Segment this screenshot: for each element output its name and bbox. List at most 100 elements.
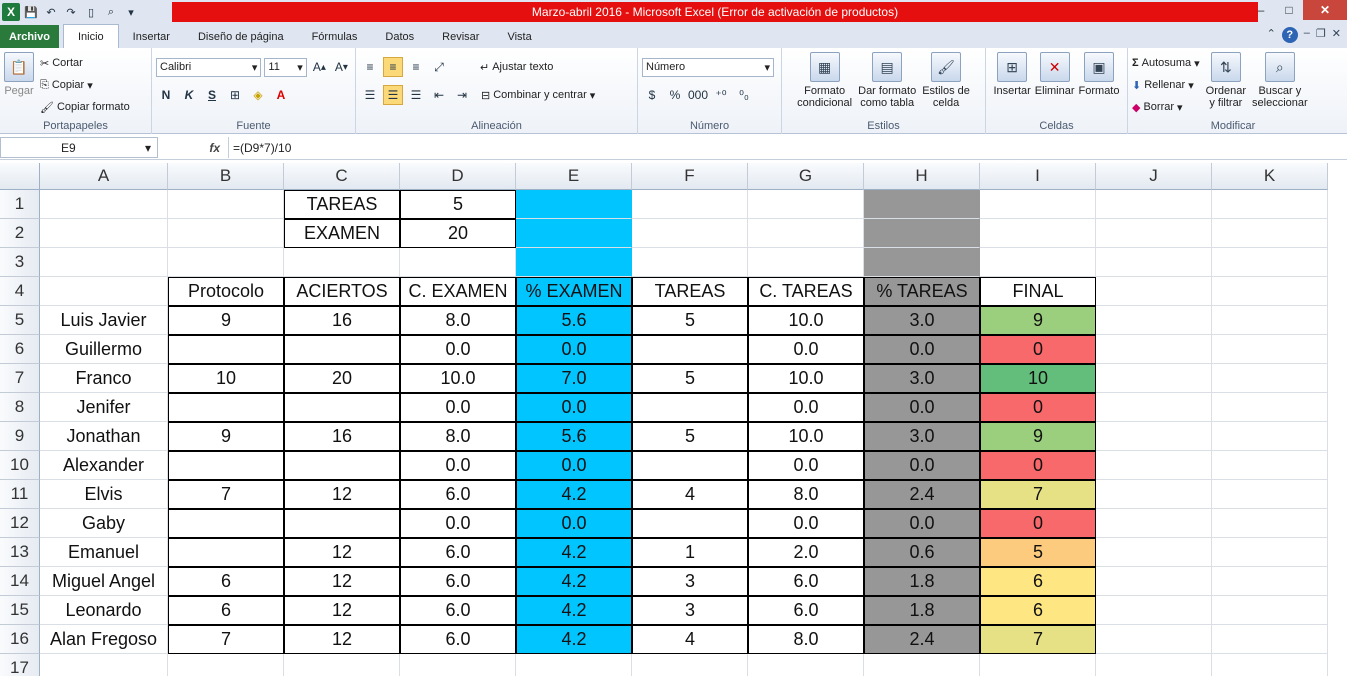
student-c-tareas[interactable]: 10.0	[748, 306, 864, 335]
cell-k8[interactable]	[1212, 393, 1328, 422]
student-p-examen[interactable]: 4.2	[516, 538, 632, 567]
student-p-examen[interactable]: 0.0	[516, 509, 632, 538]
font-size-select[interactable]: 11 ▾	[264, 57, 307, 77]
student-c-examen[interactable]: 6.0	[400, 625, 516, 654]
row-header-15[interactable]: 15	[0, 596, 40, 625]
decrease-indent-icon[interactable]: ⇤	[429, 85, 449, 105]
student-p-tareas[interactable]: 3.0	[864, 306, 980, 335]
student-protocolo[interactable]: 9	[168, 306, 284, 335]
cell-e17[interactable]	[516, 654, 632, 676]
tab-diseno-pagina[interactable]: Diseño de página	[184, 26, 298, 48]
tab-vista[interactable]: Vista	[493, 26, 545, 48]
student-aciertos[interactable]	[284, 509, 400, 538]
student-aciertos[interactable]	[284, 393, 400, 422]
font-name-select[interactable]: Calibri ▾	[156, 57, 262, 77]
student-name[interactable]: Franco	[40, 364, 168, 393]
minimize-button[interactable]: –	[1247, 0, 1275, 20]
header-protocolo[interactable]: Protocolo	[168, 277, 284, 306]
cell-e1[interactable]	[516, 190, 632, 219]
tab-datos[interactable]: Datos	[371, 26, 428, 48]
student-final[interactable]: 9	[980, 422, 1096, 451]
tab-revisar[interactable]: Revisar	[428, 26, 493, 48]
student-p-tareas[interactable]: 2.4	[864, 625, 980, 654]
student-p-examen[interactable]: 4.2	[516, 480, 632, 509]
cell-c17[interactable]	[284, 654, 400, 676]
student-c-tareas[interactable]: 8.0	[748, 480, 864, 509]
cell-j7[interactable]	[1096, 364, 1212, 393]
student-protocolo[interactable]	[168, 538, 284, 567]
cell-g17[interactable]	[748, 654, 864, 676]
student-tareas[interactable]: 3	[632, 567, 748, 596]
summary-examen-label[interactable]: EXAMEN	[284, 219, 400, 248]
row-header-14[interactable]: 14	[0, 567, 40, 596]
restore-workbook-icon[interactable]: ❐	[1316, 27, 1326, 43]
student-p-examen[interactable]: 5.6	[516, 306, 632, 335]
student-tareas[interactable]: 4	[632, 480, 748, 509]
cell-k1[interactable]	[1212, 190, 1328, 219]
column-header-j[interactable]: J	[1096, 163, 1212, 190]
column-header-h[interactable]: H	[864, 163, 980, 190]
student-name[interactable]: Luis Javier	[40, 306, 168, 335]
cell-a4[interactable]	[40, 277, 168, 306]
cell-h1[interactable]	[864, 190, 980, 219]
student-p-examen[interactable]: 7.0	[516, 364, 632, 393]
percent-button[interactable]: %	[665, 85, 685, 105]
student-protocolo[interactable]: 9	[168, 422, 284, 451]
header-final[interactable]: FINAL	[980, 277, 1096, 306]
underline-button[interactable]: S	[202, 85, 222, 105]
student-final[interactable]: 9	[980, 306, 1096, 335]
student-p-examen[interactable]: 0.0	[516, 393, 632, 422]
copy-button[interactable]: ⎘ Copiar ▾	[40, 74, 130, 96]
tab-archivo[interactable]: Archivo	[0, 25, 59, 48]
decrease-decimal-icon[interactable]: ⁰₀	[734, 85, 754, 105]
student-aciertos[interactable]	[284, 451, 400, 480]
print-preview-icon[interactable]: ⌕	[102, 3, 120, 21]
align-center-icon[interactable]: ☰	[383, 85, 403, 105]
student-final[interactable]: 6	[980, 567, 1096, 596]
minimize-workbook-icon[interactable]: –	[1304, 27, 1310, 43]
row-header-7[interactable]: 7	[0, 364, 40, 393]
wrap-text-button[interactable]: ↵ Ajustar texto	[480, 61, 553, 74]
cell-j12[interactable]	[1096, 509, 1212, 538]
student-c-examen[interactable]: 6.0	[400, 596, 516, 625]
bold-button[interactable]: N	[156, 85, 176, 105]
row-header-5[interactable]: 5	[0, 306, 40, 335]
cell-f2[interactable]	[632, 219, 748, 248]
row-header-10[interactable]: 10	[0, 451, 40, 480]
row-header-16[interactable]: 16	[0, 625, 40, 654]
column-header-k[interactable]: K	[1212, 163, 1328, 190]
header-tareas[interactable]: TAREAS	[632, 277, 748, 306]
cell-a2[interactable]	[40, 219, 168, 248]
excel-logo-icon[interactable]: X	[2, 3, 20, 21]
cell-k5[interactable]	[1212, 306, 1328, 335]
restore-button[interactable]: □	[1275, 0, 1303, 20]
format-painter-button[interactable]: 🖌 Copiar formato	[40, 96, 130, 118]
row-header-12[interactable]: 12	[0, 509, 40, 538]
student-final[interactable]: 10	[980, 364, 1096, 393]
student-c-tareas[interactable]: 0.0	[748, 335, 864, 364]
student-c-tareas[interactable]: 10.0	[748, 422, 864, 451]
align-bottom-icon[interactable]: ≡	[406, 57, 426, 77]
student-c-examen[interactable]: 8.0	[400, 422, 516, 451]
row-header-17[interactable]: 17	[0, 654, 40, 676]
student-c-tareas[interactable]: 8.0	[748, 625, 864, 654]
student-p-examen[interactable]: 4.2	[516, 596, 632, 625]
student-p-examen[interactable]: 0.0	[516, 451, 632, 480]
cell-k7[interactable]	[1212, 364, 1328, 393]
student-tareas[interactable]: 4	[632, 625, 748, 654]
student-protocolo[interactable]: 6	[168, 596, 284, 625]
student-protocolo[interactable]: 7	[168, 480, 284, 509]
column-header-g[interactable]: G	[748, 163, 864, 190]
cell-d17[interactable]	[400, 654, 516, 676]
cell-i3[interactable]	[980, 248, 1096, 277]
cell-j14[interactable]	[1096, 567, 1212, 596]
align-top-icon[interactable]: ≡	[360, 57, 380, 77]
row-header-1[interactable]: 1	[0, 190, 40, 219]
cell-i17[interactable]	[980, 654, 1096, 676]
student-tareas[interactable]: 5	[632, 422, 748, 451]
cell-k2[interactable]	[1212, 219, 1328, 248]
student-aciertos[interactable]: 20	[284, 364, 400, 393]
student-aciertos[interactable]: 12	[284, 567, 400, 596]
text-orientation-icon[interactable]: ⤢	[429, 57, 449, 77]
student-c-tareas[interactable]: 0.0	[748, 509, 864, 538]
